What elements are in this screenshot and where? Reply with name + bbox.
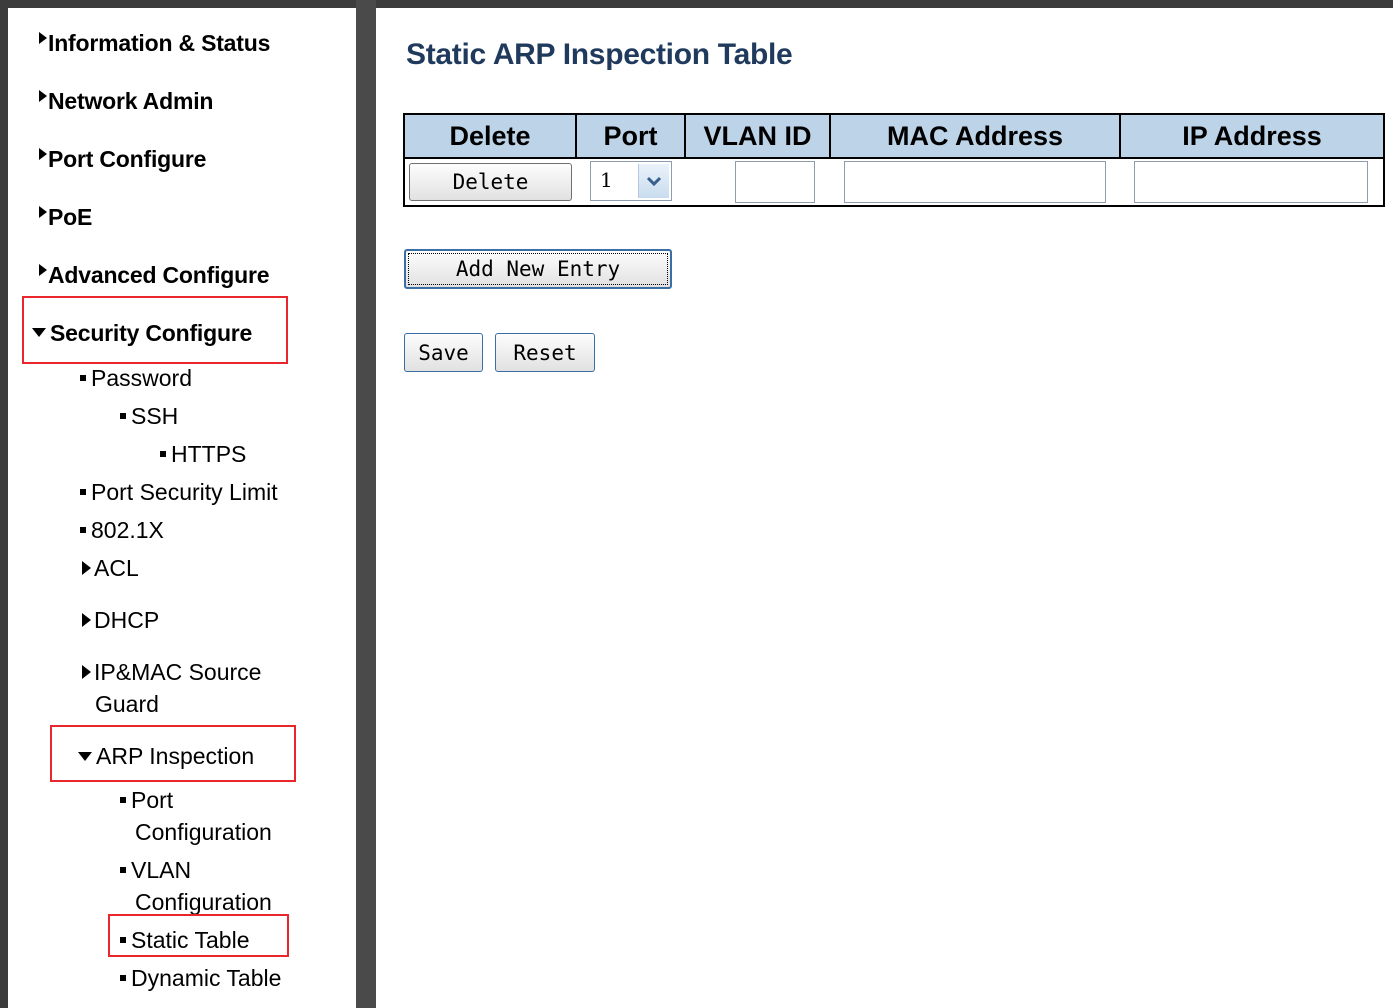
bullet-icon <box>80 375 86 382</box>
sidebar-item-port-security-limit[interactable]: Port Security Limit <box>80 479 278 506</box>
sidebar-item-vlan-configuration-line2[interactable]: Configuration <box>135 889 272 916</box>
ip-address-input[interactable] <box>1134 161 1368 203</box>
port-select-value: 1 <box>600 168 613 192</box>
sidebar-item-ip-mac-source-guard[interactable]: IP&MAC Source <box>82 659 261 686</box>
sidebar-item-802-1x[interactable]: 802.1X <box>80 517 164 544</box>
bullet-icon <box>120 797 126 804</box>
bullet-icon <box>80 489 86 496</box>
sidebar-item-ip-mac-source-guard-line2[interactable]: Guard <box>95 691 159 718</box>
cell-mac-address <box>830 158 1120 206</box>
save-button[interactable]: Save <box>404 333 483 372</box>
add-new-entry-button[interactable]: Add New Entry <box>404 249 672 289</box>
frame-divider[interactable] <box>356 0 376 1008</box>
chevron-down-icon[interactable] <box>638 164 669 198</box>
sidebar-item-advanced-configure[interactable]: Advanced Configure <box>39 262 270 289</box>
vlan-id-input[interactable] <box>735 161 815 203</box>
caret-right-icon <box>39 148 47 160</box>
table-row: Delete 1 <box>404 158 1384 206</box>
caret-right-icon <box>82 665 91 679</box>
column-header-ip-address: IP Address <box>1119 114 1384 159</box>
sidebar-item-network-admin[interactable]: Network Admin <box>39 88 213 115</box>
sidebar-item-password[interactable]: Password <box>80 365 192 392</box>
bullet-icon <box>120 867 126 874</box>
sidebar-item-arp-inspection[interactable]: ARP Inspection <box>78 743 254 770</box>
sidebar-item-acl[interactable]: ACL <box>82 555 139 582</box>
static-arp-table: Delete Port VLAN ID MAC Address IP Addre… <box>403 113 1385 207</box>
sidebar-item-port-configuration[interactable]: Port <box>120 787 173 814</box>
sidebar-item-poe[interactable]: PoE <box>39 204 92 231</box>
column-header-mac-address: MAC Address <box>829 114 1120 159</box>
caret-right-icon <box>39 264 47 276</box>
sidebar-item-vlan-configuration[interactable]: VLAN <box>120 857 191 884</box>
content-area: Static ARP Inspection Table Delete Port … <box>376 8 1393 1008</box>
sidebar-item-security-configure[interactable]: Security Configure <box>32 320 252 347</box>
left-border <box>0 0 8 1008</box>
caret-right-icon <box>39 32 47 44</box>
port-select[interactable]: 1 <box>590 161 672 201</box>
caret-down-icon <box>78 752 92 761</box>
column-header-delete: Delete <box>404 114 576 159</box>
cell-ip-address <box>1120 158 1384 206</box>
column-header-port: Port <box>575 114 685 159</box>
caret-right-icon <box>39 90 47 102</box>
sidebar-item-information-status[interactable]: Information & Status <box>39 30 270 57</box>
caret-right-icon <box>82 561 91 575</box>
caret-right-icon <box>39 206 47 218</box>
cell-vlan-id <box>685 158 830 206</box>
bullet-icon <box>120 937 126 944</box>
sidebar-item-https[interactable]: HTTPS <box>160 441 246 468</box>
sidebar-item-port-configure[interactable]: Port Configure <box>39 146 206 173</box>
caret-down-icon <box>32 328 46 337</box>
mac-address-input[interactable] <box>844 161 1106 203</box>
sidebar-item-dhcp[interactable]: DHCP <box>82 607 159 634</box>
cell-port: 1 <box>576 158 685 206</box>
column-header-vlan-id: VLAN ID <box>684 114 830 159</box>
bullet-icon <box>120 413 126 420</box>
reset-button[interactable]: Reset <box>495 333 595 372</box>
page-title: Static ARP Inspection Table <box>406 38 793 71</box>
sidebar-item-static-table[interactable]: Static Table <box>120 927 249 954</box>
sidebar-menu: Information & Status Network Admin Port … <box>8 8 356 1008</box>
delete-button[interactable]: Delete <box>409 163 572 201</box>
bullet-icon <box>80 527 86 534</box>
top-border <box>0 0 1393 8</box>
bullet-icon <box>160 451 166 458</box>
caret-right-icon <box>82 613 91 627</box>
sidebar-item-port-configuration-line2[interactable]: Configuration <box>135 819 272 846</box>
cell-delete: Delete <box>404 158 576 206</box>
sidebar-item-ssh[interactable]: SSH <box>120 403 178 430</box>
sidebar-item-dynamic-table[interactable]: Dynamic Table <box>120 965 281 992</box>
bullet-icon <box>120 975 126 982</box>
